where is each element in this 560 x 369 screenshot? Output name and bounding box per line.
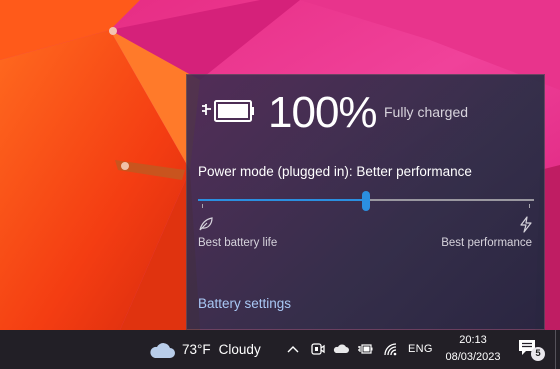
cloud-icon	[150, 342, 175, 358]
clock-time: 20:13	[459, 334, 487, 346]
teams-meet-icon[interactable]	[310, 341, 326, 357]
power-mode-slider[interactable]	[198, 188, 534, 212]
weather-condition: Cloudy	[218, 342, 261, 357]
battery-settings-link[interactable]: Battery settings	[198, 296, 291, 311]
clock[interactable]: 20:13 08/03/2023	[443, 332, 503, 366]
slider-tick-min	[202, 204, 203, 208]
battery-charging-icon	[202, 100, 254, 122]
taskbar: 73°F Cloudy ENG 20:13 08/03/2023 5	[0, 330, 560, 369]
chevron-up-icon[interactable]	[285, 341, 301, 357]
slider-thumb[interactable]	[362, 191, 370, 211]
weather-widget[interactable]: 73°F Cloudy	[148, 330, 261, 369]
battery-flyout: 100% Fully charged Power mode (plugged i…	[186, 74, 545, 330]
onedrive-icon[interactable]	[333, 341, 349, 357]
language-indicator[interactable]: ENG	[408, 343, 433, 355]
charging-status: Fully charged	[384, 104, 469, 120]
slider-fill	[198, 199, 366, 201]
slider-tick-max	[529, 204, 530, 208]
power-mode-label: Power mode (plugged in): Better performa…	[198, 164, 472, 179]
notification-count-badge: 5	[531, 347, 545, 361]
wifi-icon[interactable]	[382, 341, 398, 357]
battery-percentage: 100%	[268, 88, 378, 137]
weather-temperature: 73°F	[182, 342, 211, 357]
show-desktop-button[interactable]	[555, 330, 560, 369]
clock-date: 08/03/2023	[445, 351, 501, 363]
lightning-icon	[520, 216, 532, 233]
notification-center-button[interactable]: 5	[518, 339, 545, 361]
leaf-icon	[199, 217, 213, 231]
slider-min-label: Best battery life	[198, 237, 278, 249]
battery-icon[interactable]	[357, 341, 373, 357]
slider-max-label: Best performance	[441, 237, 532, 249]
